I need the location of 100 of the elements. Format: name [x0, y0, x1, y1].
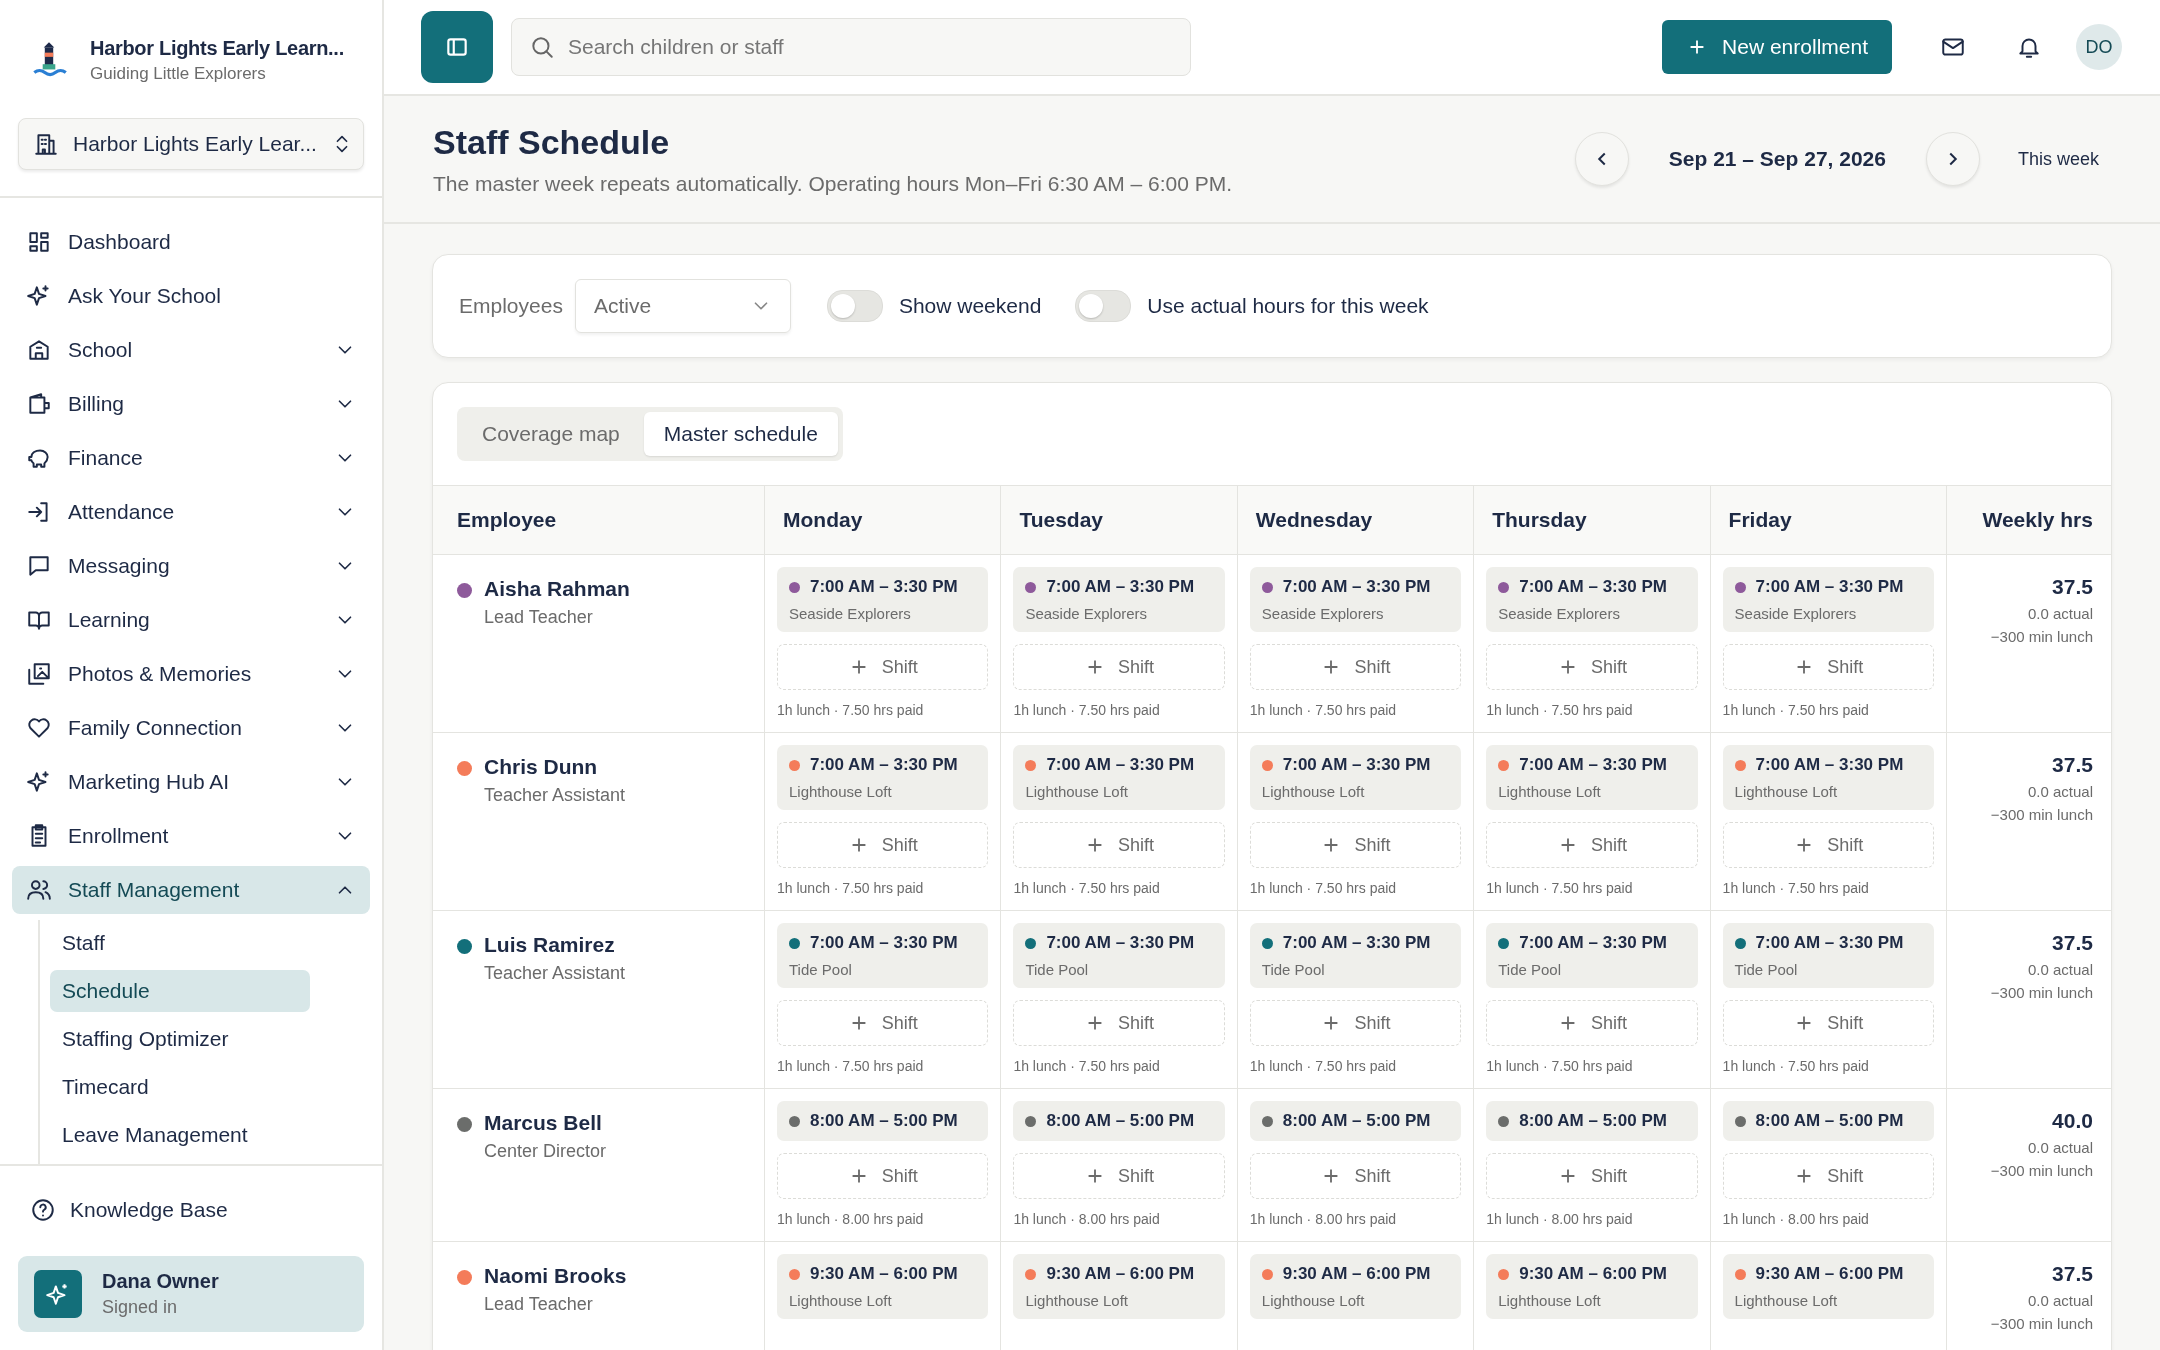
add-shift-button[interactable]: Shift	[1013, 1153, 1225, 1199]
add-shift-button[interactable]: Shift	[1013, 1000, 1225, 1046]
nav-item[interactable]: Marketing Hub AI	[12, 758, 370, 806]
shift-block[interactable]: 7:00 AM – 3:30 PM Seaside Explorers	[1249, 567, 1462, 632]
nav-item[interactable]: Family Connection	[12, 704, 370, 752]
shift-time: 7:00 AM – 3:30 PM	[1046, 577, 1195, 597]
add-shift-button[interactable]: Shift	[1486, 1000, 1698, 1046]
user-card[interactable]: Dana Owner Signed in	[18, 1256, 364, 1332]
subnav-item[interactable]: Timecard	[50, 1066, 310, 1108]
add-shift-button[interactable]: Shift	[1249, 644, 1462, 690]
shift-time: 7:00 AM – 3:30 PM	[1755, 755, 1904, 775]
lunch-minutes: −300 min lunch	[1990, 1315, 2093, 1332]
shift-time: 7:00 AM – 3:30 PM	[810, 577, 958, 597]
subnav-item[interactable]: Staffing Optimizer	[50, 1018, 310, 1060]
subnav-item[interactable]: Staff	[50, 922, 310, 964]
shift-time: 9:30 AM – 6:00 PM	[810, 1264, 958, 1284]
add-shift-button[interactable]: Shift	[1722, 822, 1934, 868]
shift-room: Seaside Explorers	[1734, 605, 1858, 622]
school-name: Harbor Lights Early Learn...	[90, 36, 344, 60]
shift-block[interactable]: 8:00 AM – 5:00 PM	[1722, 1101, 1934, 1141]
nav-item[interactable]: Attendance	[12, 488, 370, 536]
nav-item[interactable]: Enrollment	[12, 812, 370, 860]
user-avatar[interactable]: DO	[2076, 24, 2122, 70]
this-week-button[interactable]: This week	[2011, 147, 2105, 171]
shift-block[interactable]: 7:00 AM – 3:30 PM Tide Pool	[777, 923, 989, 988]
knowledge-base-link[interactable]: Knowledge Base	[18, 1190, 364, 1230]
view-tab[interactable]: Master schedule	[643, 412, 838, 456]
shift-block[interactable]: 7:00 AM – 3:30 PM Seaside Explorers	[1722, 567, 1934, 632]
add-shift-button[interactable]: Shift	[1249, 1000, 1462, 1046]
add-shift-button[interactable]: Shift	[1013, 822, 1225, 868]
shift-block[interactable]: 9:30 AM – 6:00 PM Lighthouse Loft	[1722, 1254, 1934, 1319]
shift-note: 1h lunch · 7.50 hrs paid	[1486, 880, 1634, 896]
shift-time: 9:30 AM – 6:00 PM	[1519, 1264, 1667, 1284]
add-shift-button[interactable]: Shift	[1249, 1153, 1462, 1199]
shift-block[interactable]: 7:00 AM – 3:30 PM Lighthouse Loft	[1013, 745, 1225, 810]
shift-block[interactable]: 7:00 AM – 3:30 PM Tide Pool	[1013, 923, 1225, 988]
shift-block[interactable]: 7:00 AM – 3:30 PM Tide Pool	[1722, 923, 1934, 988]
lunch-minutes: −300 min lunch	[1990, 984, 2093, 1001]
shift-room: Lighthouse Loft	[1261, 1292, 1366, 1309]
toggle-label: Show weekend	[898, 294, 1042, 318]
shift-block[interactable]: 9:30 AM – 6:00 PM Lighthouse Loft	[1013, 1254, 1225, 1319]
subnav-item[interactable]: Leave Management	[50, 1114, 310, 1156]
employees-select[interactable]: Active	[574, 279, 791, 333]
nav-item[interactable]: Staff Management	[12, 866, 370, 914]
page-subtitle: The master week repeats automatically. Operating hours Mon–Fri 6:30 AM – 6:00 PM.	[433, 171, 1233, 196]
add-shift-button[interactable]: Shift	[777, 1153, 989, 1199]
shift-block[interactable]: 8:00 AM – 5:00 PM	[1249, 1101, 1462, 1141]
shift-time: 9:30 AM – 6:00 PM	[1282, 1264, 1431, 1284]
nav-item[interactable]: School	[12, 326, 370, 374]
shift-block[interactable]: 8:00 AM – 5:00 PM	[1486, 1101, 1698, 1141]
next-week-button[interactable]	[1925, 132, 1980, 186]
add-shift-button[interactable]: Shift	[1249, 822, 1462, 868]
nav-item[interactable]: Learning	[12, 596, 370, 644]
shift-block[interactable]: 7:00 AM – 3:30 PM Lighthouse Loft	[1722, 745, 1934, 810]
search-field[interactable]: Search children or staff	[511, 18, 1191, 76]
add-shift-button[interactable]: Shift	[1486, 1153, 1698, 1199]
add-shift-button[interactable]: Shift	[777, 644, 989, 690]
shift-block[interactable]: 7:00 AM – 3:30 PM Seaside Explorers	[1013, 567, 1225, 632]
nav-item[interactable]: Billing	[12, 380, 370, 428]
shift-block[interactable]: 9:30 AM – 6:00 PM Lighthouse Loft	[777, 1254, 989, 1319]
nav-item[interactable]: Dashboard	[12, 218, 370, 266]
shift-block[interactable]: 8:00 AM – 5:00 PM	[1013, 1101, 1225, 1141]
add-shift-button[interactable]: Shift	[777, 1000, 989, 1046]
shift-block[interactable]: 7:00 AM – 3:30 PM Lighthouse Loft	[1486, 745, 1698, 810]
nav-item[interactable]: Photos & Memories	[12, 650, 370, 698]
shift-block[interactable]: 8:00 AM – 5:00 PM	[777, 1101, 989, 1141]
subnav-item[interactable]: Schedule	[50, 970, 310, 1012]
shift-time: 8:00 AM – 5:00 PM	[1282, 1111, 1431, 1131]
add-shift-button[interactable]: Shift	[1722, 644, 1934, 690]
previous-week-button[interactable]	[1574, 132, 1629, 186]
shift-block[interactable]: 7:00 AM – 3:30 PM Seaside Explorers	[777, 567, 989, 632]
shift-note: 1h lunch · 7.50 hrs paid	[777, 880, 925, 896]
nav-item[interactable]: Ask Your School	[12, 272, 370, 320]
new-enrollment-button[interactable]: New enrollment	[1662, 20, 1892, 74]
sidebar-toggle-button[interactable]	[421, 11, 493, 83]
nav-item[interactable]: Messaging	[12, 542, 370, 590]
add-shift-button[interactable]: Shift	[1722, 1000, 1934, 1046]
shift-note: 1h lunch · 7.50 hrs paid	[1486, 702, 1634, 718]
column-header: Tuesday	[1001, 486, 1238, 554]
shift-time: 7:00 AM – 3:30 PM	[1046, 933, 1195, 953]
column-header: Monday	[765, 486, 1002, 554]
add-shift-button[interactable]: Shift	[1486, 644, 1698, 690]
add-shift-button[interactable]: Shift	[1486, 822, 1698, 868]
toggle-switch[interactable]	[1075, 290, 1132, 322]
add-shift-button[interactable]: Shift	[1013, 644, 1225, 690]
shift-room: Seaside Explorers	[1498, 605, 1621, 622]
shift-block[interactable]: 7:00 AM – 3:30 PM Lighthouse Loft	[1249, 745, 1462, 810]
toggle-switch[interactable]	[826, 290, 883, 322]
shift-block[interactable]: 7:00 AM – 3:30 PM Tide Pool	[1486, 923, 1698, 988]
view-tab[interactable]: Coverage map	[462, 412, 640, 456]
shift-block[interactable]: 7:00 AM – 3:30 PM Lighthouse Loft	[777, 745, 989, 810]
add-shift-button[interactable]: Shift	[777, 822, 989, 868]
column-header: Employee	[433, 486, 765, 554]
shift-block[interactable]: 9:30 AM – 6:00 PM Lighthouse Loft	[1486, 1254, 1698, 1319]
nav-item[interactable]: Finance	[12, 434, 370, 482]
shift-block[interactable]: 7:00 AM – 3:30 PM Tide Pool	[1249, 923, 1462, 988]
shift-block[interactable]: 9:30 AM – 6:00 PM Lighthouse Loft	[1249, 1254, 1462, 1319]
add-shift-button[interactable]: Shift	[1722, 1153, 1934, 1199]
shift-block[interactable]: 7:00 AM – 3:30 PM Seaside Explorers	[1486, 567, 1698, 632]
school-switcher[interactable]: Harbor Lights Early Lear...	[18, 118, 364, 170]
